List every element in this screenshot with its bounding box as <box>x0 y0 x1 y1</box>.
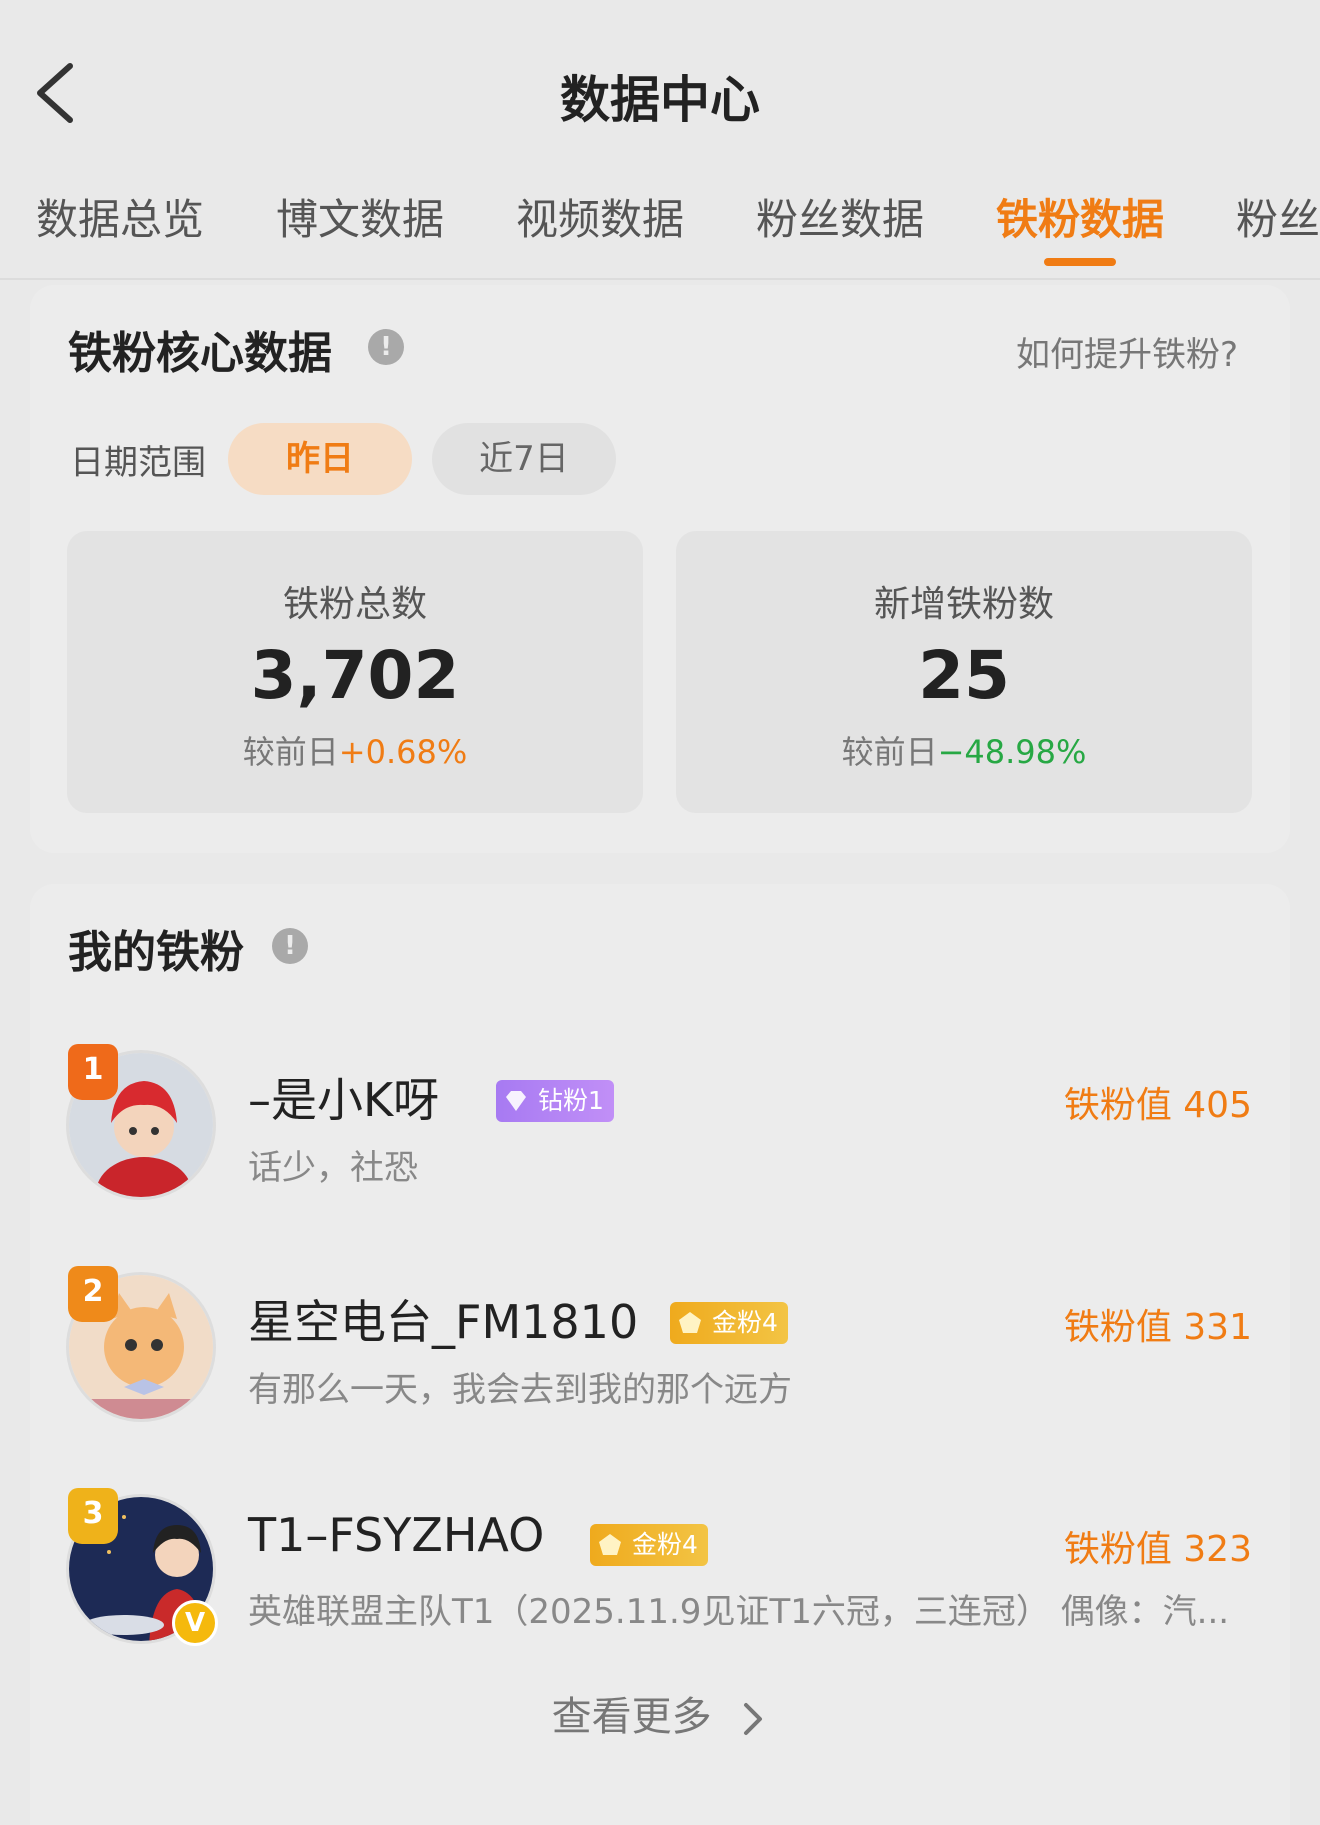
date-option-7days[interactable]: 近7日 <box>432 423 616 495</box>
stat-compare: 较前日−48.98% <box>676 727 1252 773</box>
compare-prefix: 较前日 <box>242 733 339 771</box>
info-icon[interactable]: ! <box>272 928 308 964</box>
stat-label: 铁粉总数 <box>282 584 427 625</box>
level-badge-label: 金粉4 <box>712 1308 778 1337</box>
fan-list-item[interactable]: 3 V T1–FSYZHAO 金粉4 英雄联盟主队T1（2025.11.9见证T… <box>30 1488 1290 1654</box>
diamond-icon <box>506 1091 526 1111</box>
rank-badge: 1 <box>68 1044 118 1100</box>
avatar-wrap: 1 <box>66 1044 216 1200</box>
avatar-wrap: 3 V <box>66 1488 218 1646</box>
level-badge: 钻粉1 <box>496 1080 614 1122</box>
page-title: 数据中心 <box>560 71 760 129</box>
stat-compare: 较前日+0.68% <box>67 727 643 773</box>
fan-score: 铁粉值 331 <box>1063 1307 1252 1348</box>
fan-list-item[interactable]: 1 –是小K呀 钻粉1 话少，社恐 铁粉值 405 <box>30 1044 1290 1210</box>
change-value: +0.68% <box>338 733 468 771</box>
fans-card-title: 我的铁粉 <box>68 927 244 978</box>
fan-name: 星空电台_FM1810 <box>248 1295 639 1349</box>
how-to-improve-link[interactable]: 如何提升铁粉? <box>1016 327 1238 376</box>
tab-posts[interactable]: 博文数据 <box>276 186 444 247</box>
date-range-label: 日期范围 <box>70 443 206 483</box>
active-tab-indicator <box>1044 258 1116 266</box>
fan-description: 话少，社恐 <box>248 1148 418 1188</box>
stat-new-iron-fans: 新增铁粉数 25 较前日−48.98% <box>676 531 1252 813</box>
core-card-title: 铁粉核心数据 <box>68 328 332 379</box>
avatar-wrap: 2 <box>66 1266 216 1422</box>
fan-list-item[interactable]: 2 星空电台_FM1810 金粉4 有那么一天，我会去到我的那个远方 铁粉值 3… <box>30 1266 1290 1432</box>
tab-overview[interactable]: 数据总览 <box>36 186 204 247</box>
gold-pentagon-icon <box>679 1312 701 1333</box>
view-more-link[interactable]: 查看更多 <box>30 1684 1290 1742</box>
change-value: −48.98% <box>937 733 1087 771</box>
fan-score: 铁粉值 405 <box>1063 1085 1252 1126</box>
fan-description: 英雄联盟主队T1（2025.11.9见证T1六冠，三连冠） 偶像：汽... <box>248 1592 1230 1632</box>
fan-name: T1–FSYZHAO <box>248 1508 545 1562</box>
compare-prefix: 较前日 <box>841 733 938 771</box>
tab-fans[interactable]: 粉丝数据 <box>756 186 924 247</box>
view-more-label: 查看更多 <box>551 1694 712 1740</box>
stat-label: 新增铁粉数 <box>873 584 1054 625</box>
header: 数据中心 数据总览 博文数据 视频数据 粉丝数据 铁粉数据 粉丝 <box>0 0 1320 280</box>
chevron-right-icon <box>744 1703 763 1735</box>
tab-videos[interactable]: 视频数据 <box>516 186 684 247</box>
gold-pentagon-icon <box>599 1534 621 1555</box>
tab-fans-more[interactable]: 粉丝 <box>1236 186 1320 247</box>
level-badge-label: 金粉4 <box>632 1530 698 1559</box>
info-icon[interactable]: ! <box>368 329 404 365</box>
tab-iron-fans[interactable]: 铁粉数据 <box>996 186 1164 247</box>
fan-description: 有那么一天，我会去到我的那个远方 <box>248 1370 792 1410</box>
fan-score: 铁粉值 323 <box>1063 1529 1252 1570</box>
stat-value: 3,702 <box>250 637 460 714</box>
fan-name: –是小K呀 <box>248 1073 440 1127</box>
verified-badge-icon: V <box>172 1600 218 1646</box>
rank-badge: 3 <box>68 1488 118 1544</box>
tab-bar: 数据总览 博文数据 视频数据 粉丝数据 铁粉数据 粉丝 <box>0 186 1320 276</box>
level-badge: 金粉4 <box>670 1302 788 1344</box>
my-iron-fans-card: 我的铁粉 ! 1 –是小K呀 钻粉1 话少，社恐 铁粉值 405 2 星空电台_… <box>30 884 1290 1825</box>
level-badge: 金粉4 <box>590 1524 708 1566</box>
stat-total-iron-fans: 铁粉总数 3,702 较前日+0.68% <box>67 531 643 813</box>
date-option-yesterday[interactable]: 昨日 <box>228 423 412 495</box>
iron-fan-core-card: 铁粉核心数据 ! 如何提升铁粉? 日期范围 昨日 近7日 铁粉总数 3,702 … <box>30 285 1290 853</box>
rank-badge: 2 <box>68 1266 118 1322</box>
level-badge-label: 钻粉1 <box>538 1086 604 1115</box>
stat-value: 25 <box>918 637 1010 714</box>
data-center-page: 数据中心 数据总览 博文数据 视频数据 粉丝数据 铁粉数据 粉丝 铁粉核心数据 … <box>0 0 1320 1825</box>
